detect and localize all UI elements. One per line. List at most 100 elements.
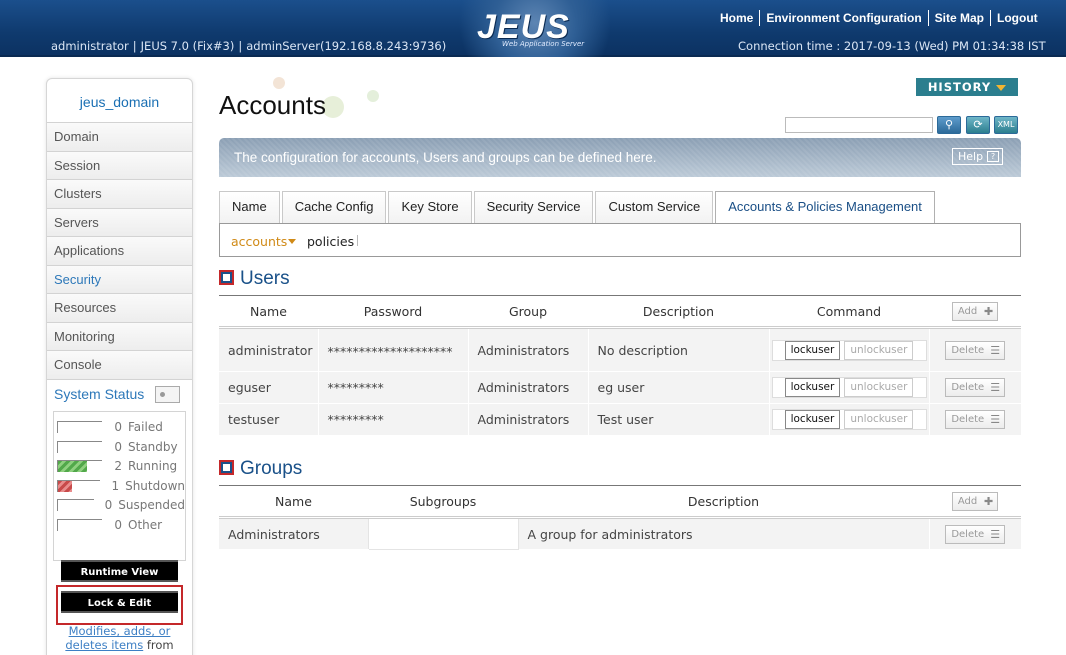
search-icon[interactable]: ⚲ bbox=[937, 116, 961, 134]
status-bar bbox=[57, 518, 102, 531]
user-description: Test user bbox=[587, 403, 769, 436]
xml-export-icon[interactable]: XML bbox=[994, 116, 1018, 134]
subtab-accounts[interactable]: accounts bbox=[231, 234, 287, 249]
sidebar-item-servers[interactable]: Servers bbox=[47, 207, 192, 236]
sidebar-item-clusters[interactable]: Clusters bbox=[47, 179, 192, 208]
status-bar bbox=[57, 440, 102, 453]
sidebar-item-monitoring[interactable]: Monitoring bbox=[47, 321, 192, 350]
tab-key-store[interactable]: Key Store bbox=[388, 191, 472, 223]
user-group: Administrators bbox=[467, 327, 588, 372]
user-name: administrator bbox=[219, 327, 318, 372]
divider bbox=[357, 235, 358, 246]
user-name: eguser bbox=[219, 371, 318, 404]
command-cell: lockuser unlockuser bbox=[768, 371, 929, 404]
unlockuser-button[interactable]: unlockuser bbox=[844, 410, 914, 429]
running-fill bbox=[58, 461, 88, 473]
lockuser-button[interactable]: lockuser bbox=[784, 378, 841, 397]
tab-cache-config[interactable]: Cache Config bbox=[281, 191, 387, 223]
status-row-suspended: 0 Suspended bbox=[54, 496, 185, 516]
status-label: Standby bbox=[128, 439, 178, 454]
shutdown-fill bbox=[58, 480, 72, 492]
sidebar-item-resources[interactable]: Resources bbox=[47, 293, 192, 322]
users-title: Users bbox=[240, 268, 290, 289]
system-status-label: System Status bbox=[54, 385, 145, 402]
status-count: 0 bbox=[104, 498, 113, 513]
status-label: Failed bbox=[128, 420, 163, 435]
table-row[interactable]: testuser ********* Administrators Test u… bbox=[219, 403, 1021, 436]
caret-down-icon bbox=[288, 239, 296, 244]
runtime-view-button[interactable]: Runtime View bbox=[61, 560, 178, 582]
search-input[interactable] bbox=[785, 117, 933, 133]
top-header: JEUS Web Application Server Home Environ… bbox=[0, 0, 1066, 57]
status-label: Shutdown bbox=[125, 478, 185, 493]
status-row-other: 0 Other bbox=[54, 515, 185, 535]
status-row-standby: 0 Standby bbox=[54, 437, 185, 457]
table-header-row: Name Password Group Description Command … bbox=[219, 295, 1021, 329]
version: JEUS 7.0 (Fix#3) bbox=[140, 39, 235, 53]
add-group-button[interactable]: Add bbox=[951, 491, 999, 511]
tab-name[interactable]: Name bbox=[219, 191, 280, 223]
tab-security-service[interactable]: Security Service bbox=[473, 191, 594, 223]
decor-bubble bbox=[273, 77, 285, 89]
help-button[interactable]: Help ? bbox=[952, 148, 1003, 165]
sidebar-item-security[interactable]: Security bbox=[47, 264, 192, 293]
delete-cell: Delete bbox=[928, 371, 1021, 404]
delete-button[interactable]: Delete bbox=[945, 378, 1006, 397]
column-header: Name bbox=[219, 295, 318, 329]
lockuser-button[interactable]: lockuser bbox=[784, 410, 841, 429]
tab-custom-service[interactable]: Custom Service bbox=[595, 191, 714, 223]
column-header: Password bbox=[318, 295, 468, 329]
command-cell: lockuser unlockuser bbox=[768, 327, 929, 372]
tab-accounts-policies-management[interactable]: Accounts & Policies Management bbox=[715, 191, 935, 223]
command-cell: lockuser unlockuser bbox=[768, 403, 929, 436]
user-description: eg user bbox=[587, 371, 769, 404]
add-user-button[interactable]: Add bbox=[951, 301, 999, 321]
group-description: A group for administrators bbox=[517, 517, 929, 550]
config-tabs: Name Cache Config Key Store Security Ser… bbox=[219, 191, 937, 223]
system-status-panel: 0 Failed 0 Standby 2 Running 1 Shutdown … bbox=[53, 410, 186, 561]
status-row-failed: 0 Failed bbox=[54, 418, 185, 438]
system-status-toggle-icon[interactable] bbox=[155, 385, 180, 403]
column-header: Description bbox=[588, 295, 769, 329]
status-row-running: 2 Running bbox=[54, 457, 185, 477]
top-nav: Home Environment Configuration Site Map … bbox=[714, 10, 1044, 26]
lockuser-button[interactable]: lockuser bbox=[784, 340, 841, 360]
status-count: 0 bbox=[114, 517, 122, 532]
system-status-header: System Status bbox=[47, 378, 192, 407]
user-password: ******************** bbox=[317, 327, 468, 372]
sidebar: jeus_domain Domain Session Clusters Serv… bbox=[46, 78, 193, 655]
groups-table: Name Subgroups Description Add Administr… bbox=[219, 485, 1021, 550]
nav-site-map-link[interactable]: Site Map bbox=[927, 10, 990, 26]
nav-environment-configuration-link[interactable]: Environment Configuration bbox=[759, 10, 927, 26]
unlockuser-button[interactable]: unlockuser bbox=[844, 378, 914, 397]
user-description: No description bbox=[587, 327, 769, 372]
description-banner: The configuration for accounts, Users an… bbox=[219, 138, 1021, 177]
command-group: lockuser unlockuser bbox=[771, 409, 927, 430]
nav-logout-link[interactable]: Logout bbox=[990, 10, 1044, 26]
user-group: Administrators bbox=[467, 403, 588, 436]
nav-home-link[interactable]: Home bbox=[714, 10, 759, 26]
unlockuser-button[interactable]: unlockuser bbox=[844, 340, 914, 360]
delete-button[interactable]: Delete bbox=[945, 340, 1006, 360]
subtab-policies[interactable]: policies bbox=[307, 234, 354, 249]
lock-edit-button[interactable]: Lock & Edit bbox=[61, 591, 178, 613]
sidebar-item-session[interactable]: Session bbox=[47, 150, 192, 179]
delete-button[interactable]: Delete bbox=[945, 410, 1006, 429]
table-row[interactable]: administrator ******************** Admin… bbox=[219, 327, 1021, 372]
decor-bubble bbox=[367, 90, 379, 102]
jeus-logo-subtitle: Web Application Server bbox=[502, 40, 585, 48]
status-count: 1 bbox=[111, 478, 120, 493]
delete-button[interactable]: Delete bbox=[945, 524, 1006, 544]
domain-title[interactable]: jeus_domain bbox=[47, 79, 192, 122]
table-row[interactable]: eguser ********* Administrators eg user … bbox=[219, 371, 1021, 404]
sidebar-item-applications[interactable]: Applications bbox=[47, 236, 192, 265]
history-button[interactable]: HISTORY bbox=[916, 78, 1018, 96]
delete-cell: Delete bbox=[928, 403, 1021, 436]
sidebar-item-console[interactable]: Console bbox=[47, 350, 192, 379]
status-label: Suspended bbox=[118, 498, 185, 513]
table-row[interactable]: Administrators A group for administrator… bbox=[219, 517, 1021, 550]
refresh-icon[interactable]: ⟳ bbox=[966, 116, 990, 134]
lock-edit-note-text: from bbox=[143, 638, 174, 652]
sidebar-item-domain[interactable]: Domain bbox=[47, 122, 192, 151]
groups-title: Groups bbox=[240, 458, 303, 479]
